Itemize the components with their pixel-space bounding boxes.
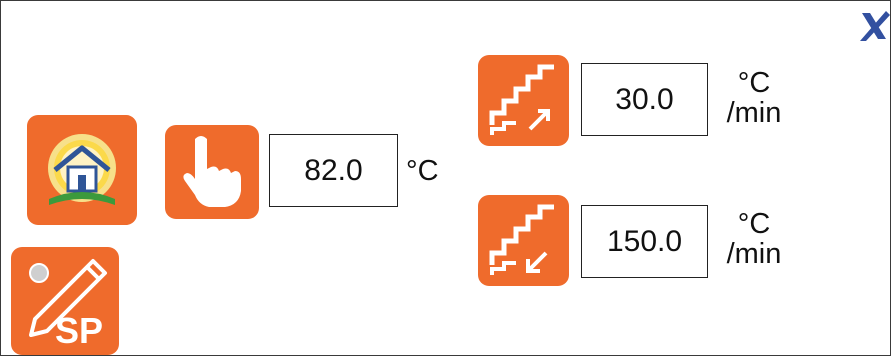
ramp-up-unit-bottom: /min xyxy=(726,97,782,129)
close-button[interactable] xyxy=(856,9,892,45)
setpoint-unit: °C xyxy=(406,155,439,187)
setpoint-value: 82.0 xyxy=(304,153,363,187)
ramp-up-unit: °C /min xyxy=(719,68,789,128)
manual-mode-button[interactable] xyxy=(165,125,259,219)
ramp-up-rate-field[interactable]: 30.0 xyxy=(581,63,708,136)
ramp-up-value: 30.0 xyxy=(615,82,674,116)
ramp-up-button[interactable] xyxy=(478,55,569,146)
sp-label: SP xyxy=(55,310,104,351)
ramp-up-unit-top: °C xyxy=(737,67,771,99)
home-sun-icon xyxy=(48,134,116,205)
ramp-down-unit-top: °C xyxy=(737,208,771,240)
hand-pointer-icon xyxy=(183,136,241,207)
ramp-down-unit-bottom: /min xyxy=(726,238,782,270)
ramp-down-unit: °C /min xyxy=(719,209,789,269)
close-icon xyxy=(860,11,890,41)
setpoint-temperature-field[interactable]: 82.0 xyxy=(269,134,398,207)
ramp-down-button[interactable] xyxy=(478,195,569,286)
setpoint-edit-button[interactable]: SP xyxy=(11,247,119,355)
ramp-down-rate-field[interactable]: 150.0 xyxy=(581,205,708,278)
home-button[interactable] xyxy=(27,115,137,225)
ramp-down-value: 150.0 xyxy=(606,224,683,258)
control-panel: SP 82.0 °C 30.0 °C /min 150.0 °C /min xyxy=(0,0,891,356)
stairs-down-icon xyxy=(489,204,554,275)
stairs-up-icon xyxy=(489,64,554,135)
